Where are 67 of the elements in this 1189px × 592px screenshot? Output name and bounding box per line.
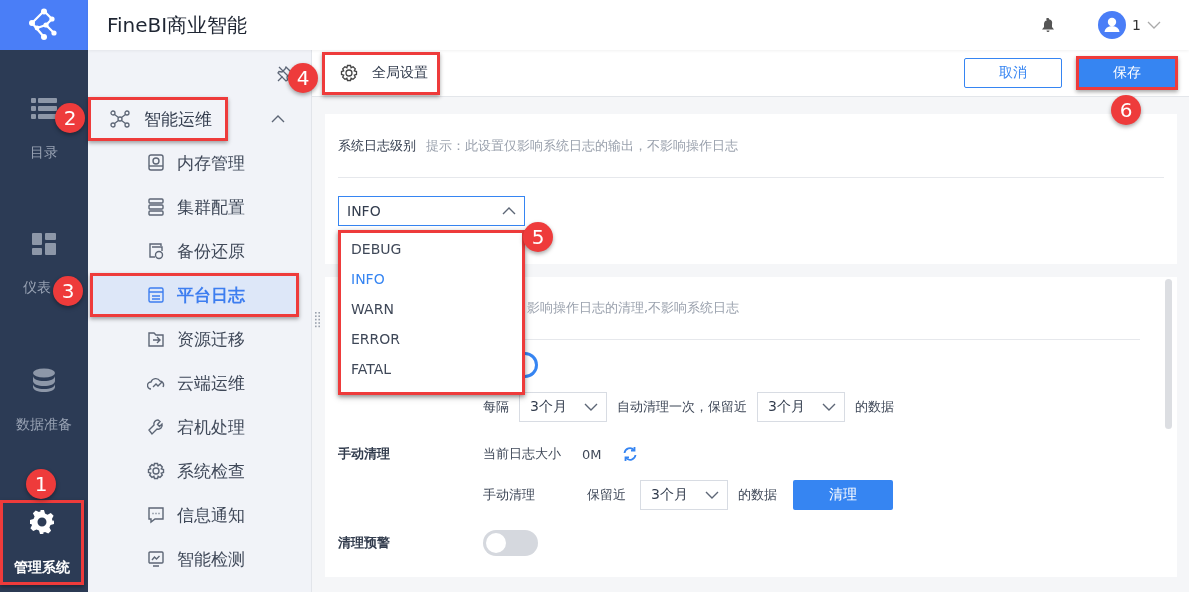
settings-icon (29, 508, 55, 535)
text-label: 的数据 (738, 486, 777, 504)
scrollbar[interactable] (1165, 279, 1172, 429)
clean-button[interactable]: 清理 (793, 480, 893, 510)
toggle-switch[interactable] (483, 530, 538, 556)
gear-icon (147, 462, 165, 480)
bell-icon[interactable] (1042, 18, 1055, 32)
menu-item[interactable]: 信息通知 (90, 493, 299, 537)
retention-select[interactable]: 3个月 (640, 480, 728, 510)
drag-handle-icon[interactable] (315, 312, 321, 328)
chevron-icon (822, 403, 836, 411)
chevron-icon (271, 115, 285, 123)
settings-icon (340, 64, 358, 82)
text-label: 的数据 (855, 398, 894, 416)
network-icon (110, 110, 130, 128)
nav-item[interactable]: 管理系统 (0, 500, 84, 585)
hint-text: 提示：此设置仅影响系统日志的输出，不影响操作日志 (426, 136, 738, 155)
monitor-icon (147, 550, 165, 568)
dashboard-icon (32, 233, 56, 255)
database-icon (32, 368, 56, 392)
save-button[interactable]: 保存 (1078, 58, 1176, 88)
text-label: 手动清理 (483, 486, 535, 504)
menu-item[interactable]: 内存管理 (90, 141, 299, 185)
interval-select[interactable]: 3个月 (519, 392, 607, 422)
section-label: 清理预警 (338, 534, 391, 552)
section-label: 手动清理 (338, 445, 391, 463)
menu-item[interactable]: 资源迁移 (90, 317, 299, 361)
dropdown-option[interactable]: WARN (338, 294, 525, 324)
server-icon (147, 198, 165, 216)
menu-item[interactable]: 备份还原 (90, 229, 299, 273)
folder-arrow-icon (147, 330, 165, 348)
cancel-button[interactable]: 取消 (964, 58, 1062, 88)
chat-icon (147, 506, 165, 524)
menu-item[interactable]: 集群配置 (90, 185, 299, 229)
calendar-icon (147, 286, 165, 304)
chevron-icon[interactable] (1147, 21, 1161, 29)
app-title: FineBI商业智能 (107, 11, 249, 39)
level-select[interactable]: INFO (338, 196, 525, 226)
nav-item[interactable]: 数据准备 (2, 368, 86, 434)
size-value: 0M (582, 446, 602, 462)
avatar-icon[interactable] (1098, 11, 1127, 39)
text-label: 当前日志大小 (483, 445, 561, 463)
retention-select[interactable]: 3个月 (757, 392, 845, 422)
menu-item[interactable]: 智能检测 (90, 537, 299, 581)
refresh-icon[interactable] (621, 446, 638, 462)
restore-icon (147, 242, 165, 260)
chevron-icon (705, 491, 719, 499)
wrench-icon (147, 418, 165, 436)
dropdown-option[interactable]: ERROR (338, 324, 525, 354)
menu-item[interactable]: 宕机处理 (90, 405, 299, 449)
dropdown-option[interactable]: INFO (338, 264, 525, 294)
user-name: 1 (1132, 17, 1141, 33)
menu-group[interactable]: 智能运维 (88, 97, 311, 141)
menu-item[interactable]: 云端运维 (90, 361, 299, 405)
list-icon (31, 98, 57, 120)
hint-text: 影响操作日志的清理,不影响系统日志 (527, 299, 740, 317)
dropdown-option[interactable]: FATAL (338, 354, 525, 384)
page-title: 全局设置 (372, 64, 428, 82)
text-label: 保留近 (587, 486, 626, 504)
menu-item[interactable]: 系统检查 (90, 449, 299, 493)
text-label: 自动清理一次，保留近 (617, 398, 747, 416)
chevron-icon (584, 403, 598, 411)
drive-icon (147, 154, 165, 172)
chevron-icon (502, 207, 516, 215)
text-label: 每隔 (483, 398, 509, 416)
field-label: 系统日志级别 (338, 136, 416, 155)
dropdown-option[interactable]: DEBUG (338, 234, 525, 264)
